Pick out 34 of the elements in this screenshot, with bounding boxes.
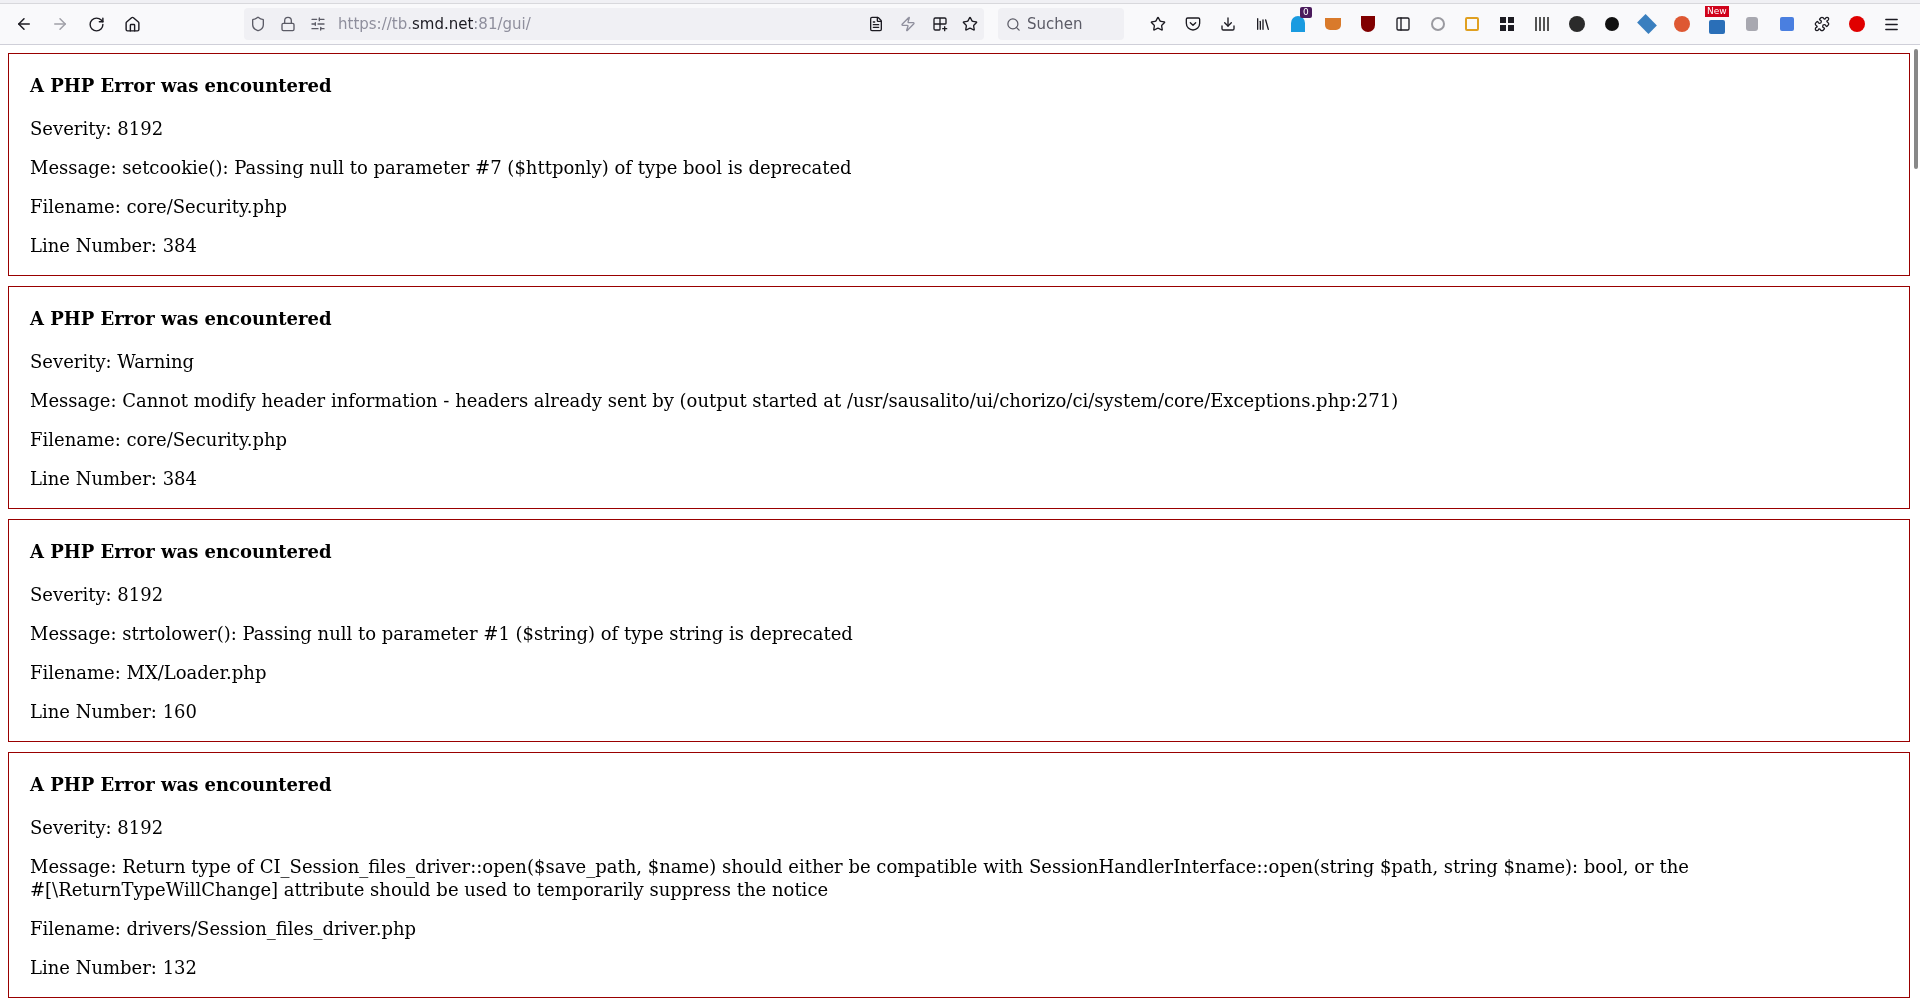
search-field[interactable]: Suchen [998,8,1124,40]
new-badge: New [1705,6,1729,17]
search-placeholder: Suchen [1027,13,1083,35]
error-detail: Line Number: 384 [30,467,198,490]
error-detail: Message: Return type of CI_Session_files_driver::open($save_path, $name) should either be compatible with SessionHandlerInterface::open(string $path, string $name): bool, or the #[\ReturnTypeWillChange] attribute should be used to temporarily suppress the notice [30,855,1690,901]
error-detail: Filename: core/Security.php [30,195,289,218]
error-detail: Filename: core/Security.php [30,428,289,451]
error-title: A PHP Error was encountered [30,773,333,797]
error-detail: Severity: 8192 [30,583,165,606]
error-detail: Message: strtolower(): Passing null to parameter #1 ($string) of type string is deprecated [30,622,854,645]
error-detail: Severity: 8192 [30,816,165,839]
error-title: A PHP Error was encountered [30,540,333,564]
error-detail: Severity: Warning [30,350,196,373]
error-detail: Severity: 8192 [30,117,165,140]
error-detail: Line Number: 384 [30,234,198,257]
error-title: A PHP Error was encountered [30,307,333,331]
permissions-icon [310,16,326,32]
error-detail: Filename: drivers/Session_files_driver.php [30,917,418,940]
count-badge: 0 [1300,7,1312,18]
error-detail: Line Number: 160 [30,700,198,723]
error-detail: Message: Cannot modify header information - headers already sent by (output started at /usr/sausalito/ui/chorizo/ci/system/core/Exceptions.php:271) [30,389,1400,412]
error-title: A PHP Error was encountered [30,74,333,98]
error-detail: Filename: MX/Loader.php [30,661,268,684]
shield-icon [250,16,266,32]
lock-icon [280,16,296,32]
lightning-icon [900,16,916,32]
address-bar[interactable]: https://tb.smd.net:81/gui/ [244,8,984,40]
search-icon [1006,16,1021,32]
bookmark-star-icon [962,16,978,32]
reader-view-icon [868,16,884,32]
grid-icon [932,16,948,32]
url-text: https://tb.smd.net:81/gui/ [338,13,531,35]
error-detail: Line Number: 132 [30,956,198,979]
error-detail: Message: setcookie(): Passing null to parameter #7 ($httponly) of type bool is deprecated [30,156,853,179]
